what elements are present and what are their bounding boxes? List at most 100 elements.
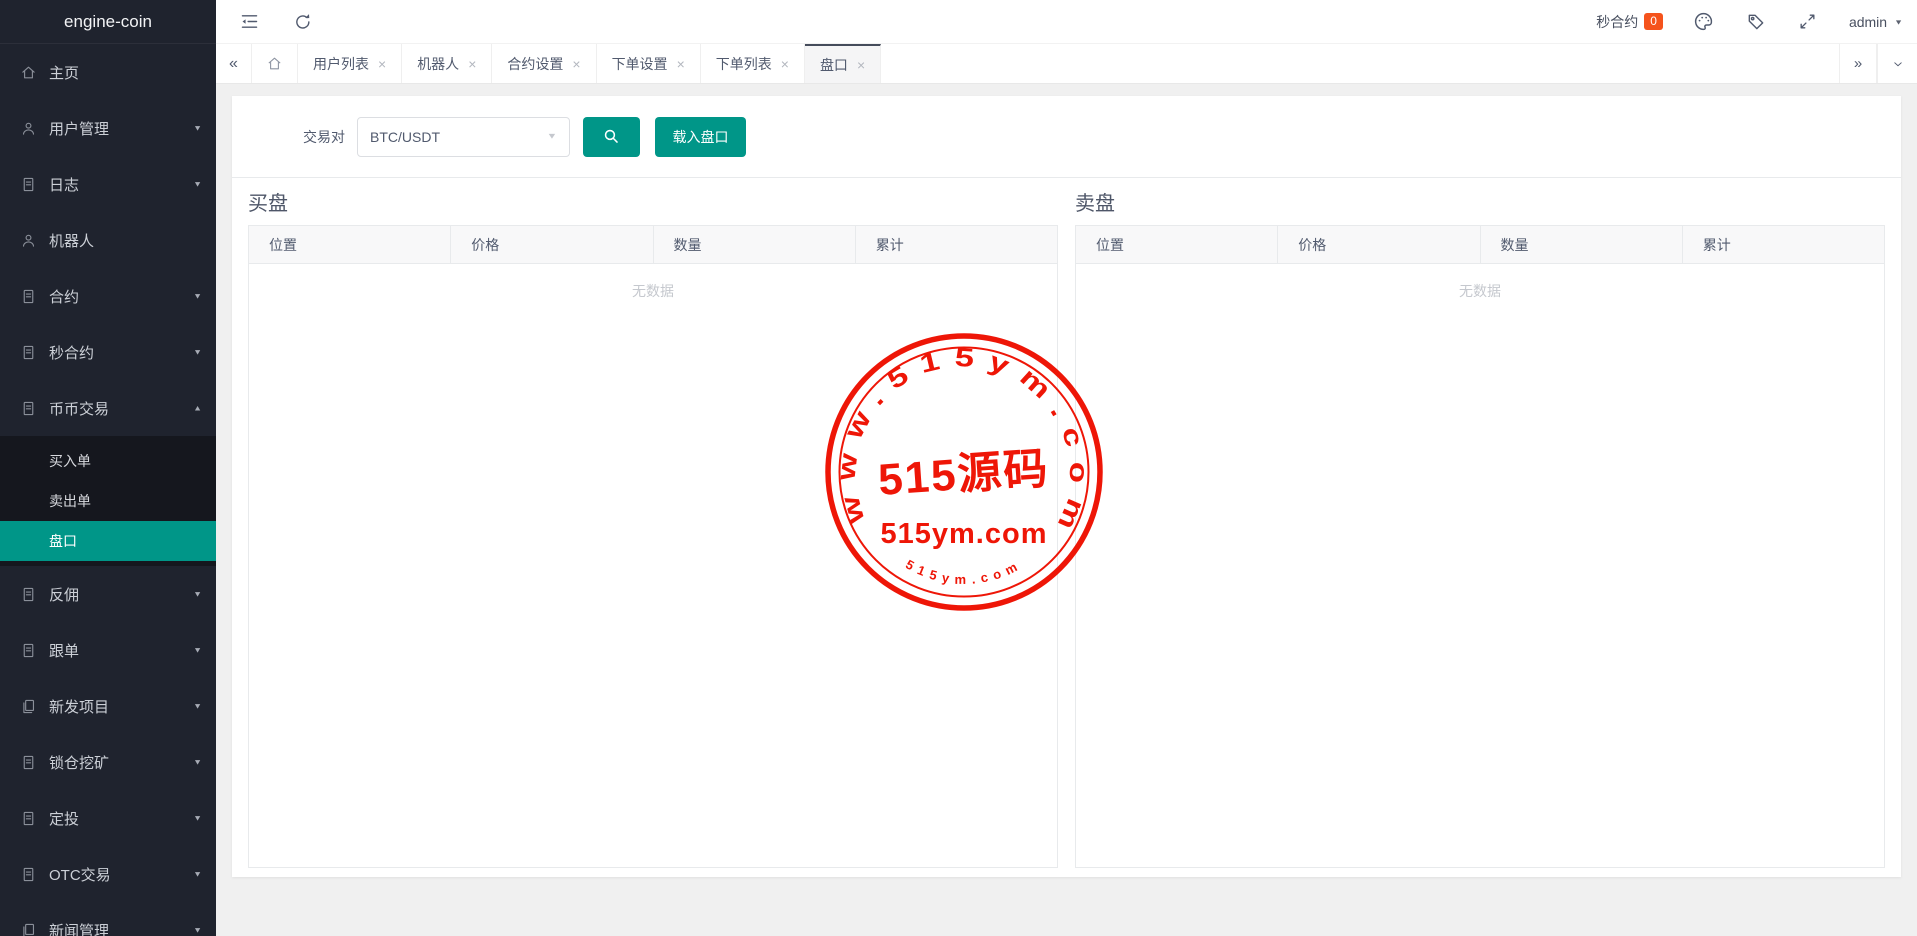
username: admin [1849,14,1887,30]
tab-label: 合约设置 [507,54,563,74]
submenu-label: 盘口 [49,531,77,551]
sidebar-subitem-orderbook[interactable]: 盘口 [0,521,216,561]
sidebar-item-label: 新闻管理 [49,920,109,936]
sidebar-item-label: 新发项目 [49,696,109,717]
caret-down-icon: ▼ [193,348,202,357]
sidebar-item-label: 币币交易 [49,398,109,419]
topbar-right: 秒合约 0 [1596,11,1903,33]
caret-down-icon: ▼ [547,132,558,141]
sidebar-item-new-projects[interactable]: 新发项目 ▼ [0,678,216,734]
buy-panel-title: 买盘 [248,178,1058,225]
sidebar-item-label: OTC交易 [49,864,111,885]
search-icon [603,128,620,145]
sidebar-item-label: 机器人 [49,230,94,251]
sidebar-item-home[interactable]: 主页 [0,44,216,100]
topbar: 秒合约 0 [216,0,1917,44]
close-icon[interactable]: × [468,57,476,71]
tab-label: 用户列表 [313,54,369,74]
caret-down-icon: ▼ [193,702,202,711]
user-menu[interactable]: admin ▼ [1849,14,1903,30]
sell-table-header: 位置 价格 数量 累计 [1076,226,1884,264]
sidebar-item-user-mgmt[interactable]: 用户管理 ▼ [0,100,216,156]
column-header: 位置 [1076,226,1277,263]
sidebar-item-label: 合约 [49,286,79,307]
doc-icon [20,400,37,417]
sidebar-item-lock-mining[interactable]: 锁仓挖矿 ▼ [0,734,216,790]
sidebar-item-label: 锁仓挖矿 [49,752,109,773]
sidebar-item-logs[interactable]: 日志 ▼ [0,156,216,212]
caret-down-icon: ▼ [193,814,202,823]
pair-select-value: BTC/USDT [370,129,440,145]
doc-icon [20,642,37,659]
doc-icon [20,344,37,361]
caret-down-icon: ▼ [193,926,202,935]
refresh-icon[interactable] [292,11,314,33]
close-icon[interactable]: × [572,57,580,71]
sidebar-item-auto-invest[interactable]: 定投 ▼ [0,790,216,846]
chevrons-right-icon[interactable]: » [1839,44,1877,83]
second-contract-notice[interactable]: 秒合约 0 [1596,12,1663,32]
close-icon[interactable]: × [677,57,685,71]
submenu-label: 买入单 [49,451,91,471]
sidebar-item-news-mgmt[interactable]: 新闻管理 ▼ [0,902,216,936]
doc-icon [20,176,37,193]
content-card: 交易对 BTC/USDT ▼ 载入盘口 买盘 位置 [232,96,1901,877]
sidebar-item-rebate[interactable]: 反佣 ▼ [0,566,216,622]
close-icon[interactable]: × [857,58,865,72]
tag-icon[interactable] [1745,11,1767,33]
main-area: 秒合约 0 [216,0,1917,936]
caret-up-icon: ▲ [193,404,202,413]
tab-orderbook[interactable]: 盘口 × [805,44,881,83]
submenu-label: 卖出单 [49,491,91,511]
tabbar-spacer [881,44,1839,83]
sidebar-item-label: 跟单 [49,640,79,661]
sell-table-empty-text: 无数据 [1076,264,1884,301]
doc-icon [20,288,37,305]
column-header: 数量 [653,226,855,263]
sidebar-item-second-contract[interactable]: 秒合约 ▼ [0,324,216,380]
sidebar-item-label: 定投 [49,808,79,829]
load-orderbook-button[interactable]: 载入盘口 [655,117,746,157]
sidebar-item-label: 主页 [49,62,79,83]
palette-icon[interactable] [1693,11,1715,33]
home-icon [20,64,37,81]
sidebar-subitem-sell-orders[interactable]: 卖出单 [0,481,216,521]
layers-icon [20,922,37,936]
sidebar-item-contract[interactable]: 合约 ▼ [0,268,216,324]
buy-panel: 买盘 位置 价格 数量 累计 无数据 [248,178,1058,868]
chevron-down-icon[interactable] [1877,44,1917,83]
notice-label: 秒合约 [1596,12,1638,32]
tab-user-list[interactable]: 用户列表 × [298,44,402,83]
close-icon[interactable]: × [378,57,386,71]
sidebar-subitem-buy-orders[interactable]: 买入单 [0,441,216,481]
column-header: 累计 [855,226,1057,263]
user-icon [20,120,37,137]
tab-robot[interactable]: 机器人 × [402,44,492,83]
sell-table: 位置 价格 数量 累计 无数据 [1075,225,1885,868]
tab-home[interactable] [252,44,298,83]
pair-label: 交易对 [303,127,345,147]
sidebar-item-robot[interactable]: 机器人 [0,212,216,268]
sidebar-item-copy-trade[interactable]: 跟单 ▼ [0,622,216,678]
caret-down-icon: ▼ [193,870,202,879]
caret-down-icon: ▼ [1894,18,1903,26]
sidebar-item-coin-trade[interactable]: 币币交易 ▲ [0,380,216,436]
sidebar-submenu-coin-trade: 买入单 卖出单 盘口 [0,436,216,566]
close-icon[interactable]: × [781,57,789,71]
column-header: 数量 [1480,226,1682,263]
sidebar-item-otc-trade[interactable]: OTC交易 ▼ [0,846,216,902]
tab-contract-settings[interactable]: 合约设置 × [492,44,596,83]
search-button[interactable] [583,117,640,157]
orderbook-toolbar: 交易对 BTC/USDT ▼ 载入盘口 [232,96,1901,178]
chevrons-left-icon[interactable]: « [216,44,252,83]
pair-select[interactable]: BTC/USDT ▼ [357,117,570,157]
fullscreen-icon[interactable] [1797,11,1819,33]
orderbook-panels: 买盘 位置 价格 数量 累计 无数据 卖盘 [232,178,1901,868]
tab-order-list[interactable]: 下单列表 × [701,44,805,83]
tab-order-settings[interactable]: 下单设置 × [597,44,701,83]
menu-fold-icon[interactable] [238,11,260,33]
caret-down-icon: ▼ [193,292,202,301]
caret-down-icon: ▼ [193,124,202,133]
buy-table-empty-text: 无数据 [249,264,1057,301]
tab-label: 下单列表 [716,54,772,74]
